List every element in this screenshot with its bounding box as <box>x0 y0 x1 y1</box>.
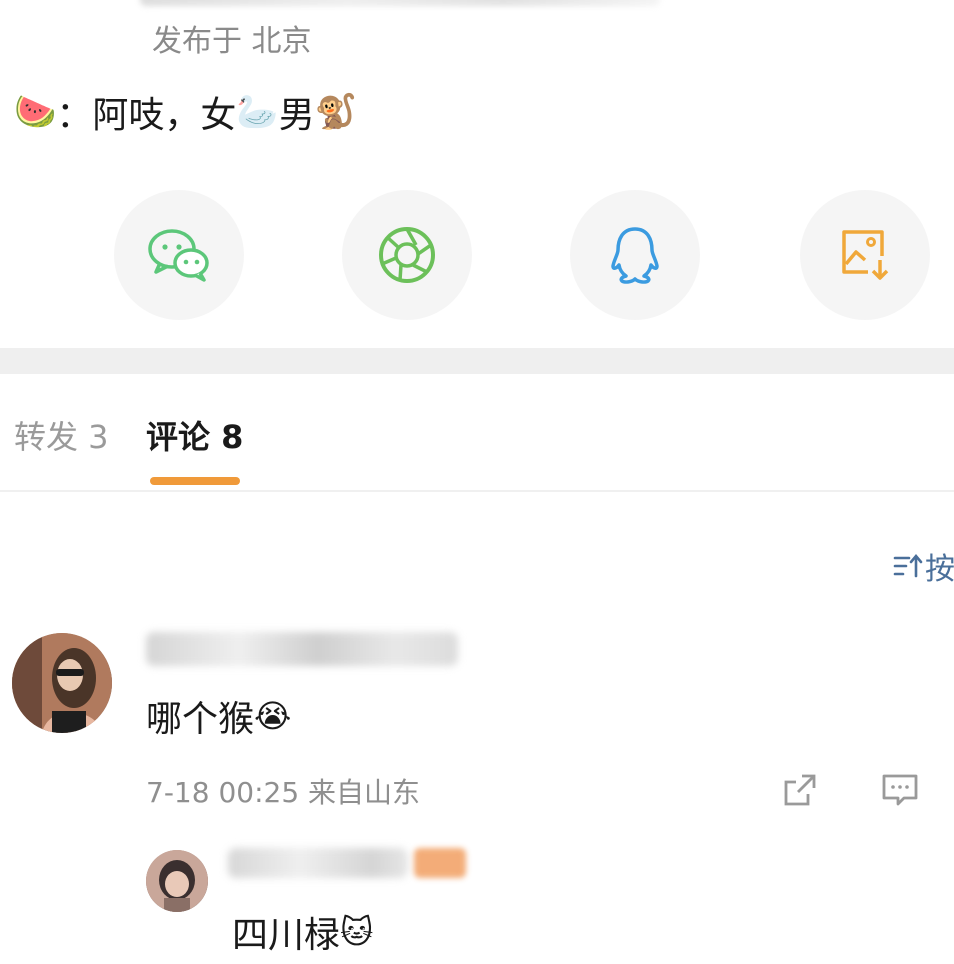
reply-text: 四川椂 🐱 <box>232 906 373 958</box>
avatar-photo <box>12 633 112 733</box>
post-text-1: ：阿吱，女 <box>56 95 237 136</box>
sort-button[interactable]: 按 <box>893 544 954 588</box>
monkey-emoji: 🐒 <box>314 92 358 132</box>
cat-emoji: 🐱 <box>340 913 374 951</box>
comment-text: 哪个猴 😭 <box>146 690 291 742</box>
save-image-icon <box>842 230 889 280</box>
qq-icon <box>611 227 659 284</box>
comment-meta: 7-18 00:25 来自山东 <box>146 776 421 809</box>
avatar-photo <box>146 850 208 912</box>
active-tab-indicator <box>150 477 240 485</box>
blurred-header-row <box>140 0 660 6</box>
save-image-button[interactable] <box>800 190 930 320</box>
commenter-avatar[interactable] <box>12 633 112 733</box>
reply-name-blurred <box>228 848 408 878</box>
sort-label: 按 <box>925 552 954 587</box>
reply-body: 四川椂 <box>232 915 341 956</box>
repost-comment-button[interactable] <box>780 770 820 810</box>
comment-icon <box>882 774 918 806</box>
reply-avatar[interactable] <box>146 850 208 912</box>
share-wechat-button[interactable] <box>114 190 244 320</box>
commenter-name-blurred <box>146 632 458 666</box>
reply-comment-button[interactable] <box>880 770 920 810</box>
tab-forward[interactable]: 转发 3 <box>14 412 109 458</box>
crying-emoji: 😭 <box>254 697 292 735</box>
post-location: 发布于 北京 <box>152 24 312 59</box>
tabs-divider <box>0 490 954 492</box>
share-qq-button[interactable] <box>570 190 700 320</box>
sort-icon <box>893 553 923 578</box>
wechat-icon <box>148 229 209 282</box>
share-moments-button[interactable] <box>342 190 472 320</box>
share-external-icon <box>784 774 816 806</box>
comment-body: 哪个猴 <box>146 699 255 740</box>
reply-badge-blurred <box>414 848 466 878</box>
tab-comment[interactable]: 评论 8 <box>146 412 243 458</box>
watermelon-emoji: 🍉 <box>14 92 57 132</box>
swan-emoji: 🦢 <box>236 92 279 132</box>
moments-icon <box>379 227 435 283</box>
post-content: 🍉 ：阿吱，女 🦢 男 🐒 <box>14 86 357 138</box>
section-divider <box>0 348 954 374</box>
post-text-2: 男 <box>278 95 315 136</box>
